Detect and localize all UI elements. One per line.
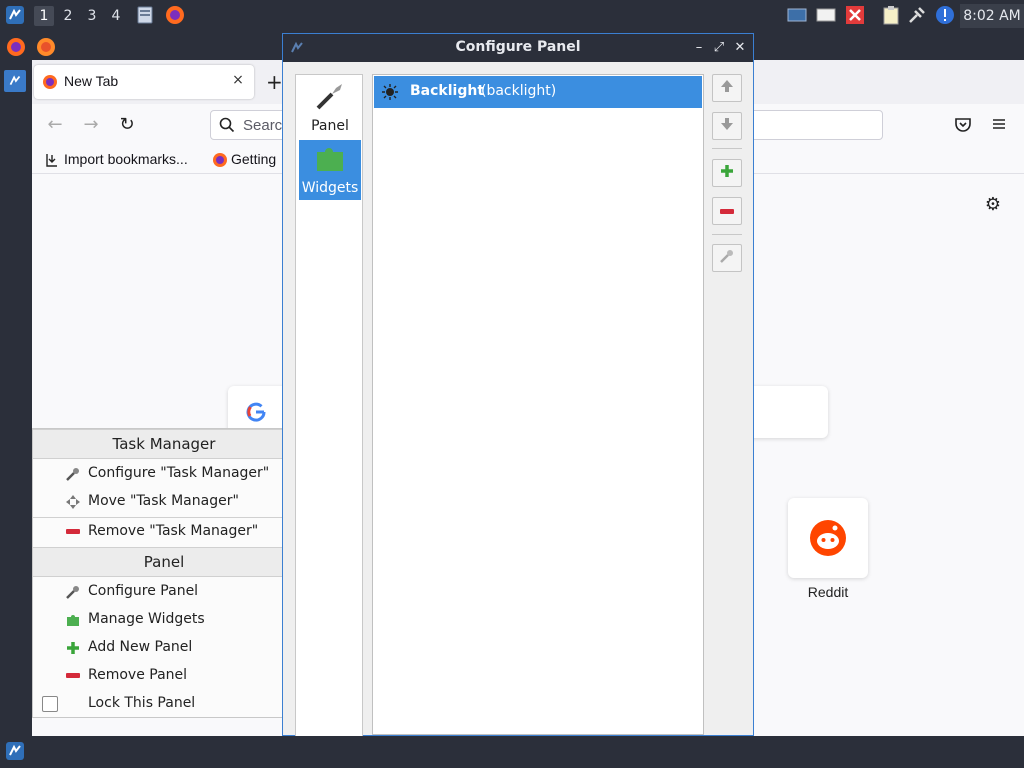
- sidebar-item-panel[interactable]: Panel: [299, 78, 361, 138]
- new-tab-button[interactable]: +: [266, 71, 283, 93]
- context-section-panel: Panel: [33, 547, 295, 577]
- menu-item-label: Add New Panel: [88, 639, 193, 655]
- display-icon[interactable]: [786, 4, 808, 26]
- menu-item-configure-panel[interactable]: Configure Panel: [33, 578, 295, 606]
- menu-item-move-task-manager[interactable]: Move "Task Manager": [33, 488, 295, 516]
- configure-panel-dialog: Configure Panel – ⤢ ✕ Panel Widgets Back…: [282, 33, 754, 737]
- bookmark-getting-started[interactable]: Getting: [231, 151, 276, 167]
- menu-item-label: Move "Task Manager": [88, 493, 239, 509]
- bookmark-import[interactable]: Import bookmarks...: [64, 151, 188, 167]
- arrow-down-icon: [719, 116, 735, 136]
- close-red-icon[interactable]: [844, 4, 866, 26]
- add-icon: [65, 640, 81, 656]
- minimize-button[interactable]: –: [691, 39, 707, 57]
- clock[interactable]: 8:02 AM: [960, 4, 1024, 28]
- tab-title: New Tab: [64, 73, 119, 89]
- forward-button[interactable]: →: [80, 114, 102, 136]
- widget-id: (backlight): [481, 83, 557, 99]
- firefox-favicon-icon: [212, 152, 228, 172]
- menu-item-add-new-panel[interactable]: Add New Panel: [33, 634, 295, 662]
- menu-item-label: Lock This Panel: [88, 695, 196, 711]
- reddit-tile-label[interactable]: Reddit: [788, 584, 868, 600]
- desktop-4-button[interactable]: 4: [106, 6, 126, 26]
- sidebar-item-label: Panel: [311, 118, 349, 134]
- move-down-button[interactable]: [712, 112, 742, 140]
- menu-item-configure-task-manager[interactable]: Configure "Task Manager": [33, 460, 295, 488]
- search-icon: [219, 117, 235, 137]
- desktop-2-button[interactable]: 2: [58, 6, 78, 26]
- firefox-launcher-icon-2[interactable]: [35, 36, 57, 58]
- remove-widget-button[interactable]: [712, 197, 742, 225]
- sidebar-item-widgets[interactable]: Widgets: [299, 140, 361, 200]
- clipboard-icon[interactable]: [880, 4, 902, 26]
- reddit-icon: [808, 518, 848, 562]
- gear-icon[interactable]: ⚙: [982, 194, 1004, 216]
- left-strip: [0, 32, 32, 736]
- google-icon: [246, 402, 266, 426]
- maximize-button[interactable]: ⤢: [711, 39, 727, 57]
- dialog-sidebar: Panel Widgets: [295, 74, 363, 737]
- remove-icon: [65, 524, 81, 540]
- remove-icon: [65, 668, 81, 684]
- panel-context-menu: Task Manager Configure "Task Manager" Mo…: [32, 428, 296, 718]
- import-icon: [44, 152, 60, 172]
- firefox-launcher-icon[interactable]: [5, 36, 27, 58]
- hamburger-menu-icon[interactable]: [990, 115, 1008, 137]
- desktop-1-button[interactable]: 1: [34, 6, 54, 26]
- dialog-titlebar[interactable]: Configure Panel – ⤢ ✕: [283, 34, 753, 62]
- toolbar-separator: [712, 148, 742, 149]
- arrow-up-icon: [719, 78, 735, 98]
- reload-button[interactable]: ↻: [116, 114, 138, 136]
- wrench-icon: [65, 584, 81, 600]
- list-item-backlight[interactable]: Backlight (backlight): [374, 76, 702, 108]
- drive-icon[interactable]: [815, 4, 837, 26]
- menu-item-label: Configure "Task Manager": [88, 465, 270, 481]
- context-section-task-manager: Task Manager: [33, 429, 295, 459]
- app-launcher-icon[interactable]: [4, 70, 26, 92]
- toolbar-separator: [712, 234, 742, 235]
- move-icon: [65, 494, 81, 510]
- sidebar-item-label: Widgets: [301, 180, 359, 196]
- wrench-icon: [314, 80, 346, 112]
- menu-item-label: Remove Panel: [88, 667, 188, 683]
- tab-new-tab[interactable]: New Tab ×: [34, 65, 254, 99]
- wrench-icon: [65, 466, 81, 482]
- main-menu-icon[interactable]: [4, 740, 26, 762]
- widget-name: Backlight: [410, 83, 485, 99]
- add-icon: [720, 164, 734, 182]
- puzzle-icon: [314, 142, 346, 174]
- lock-panel-checkbox[interactable]: [42, 696, 58, 712]
- menu-item-lock-panel[interactable]: Lock This Panel: [33, 690, 295, 718]
- menu-item-remove-task-manager[interactable]: Remove "Task Manager": [33, 518, 295, 546]
- network-icon[interactable]: [906, 4, 928, 26]
- firefox-icon[interactable]: [164, 4, 186, 26]
- tab-close-button[interactable]: ×: [230, 72, 246, 90]
- menu-item-label: Remove "Task Manager": [88, 523, 259, 539]
- wrench-icon: [719, 248, 735, 268]
- configure-widget-button[interactable]: [712, 244, 742, 272]
- close-button[interactable]: ✕: [732, 39, 748, 57]
- file-manager-icon[interactable]: [134, 4, 156, 26]
- add-widget-button[interactable]: [712, 159, 742, 187]
- desktop-3-button[interactable]: 3: [82, 6, 102, 26]
- menu-item-remove-panel[interactable]: Remove Panel: [33, 662, 295, 690]
- menu-item-label: Manage Widgets: [88, 611, 205, 627]
- reddit-tile[interactable]: [788, 498, 868, 578]
- dialog-title: Configure Panel: [455, 39, 581, 55]
- puzzle-icon: [65, 612, 81, 628]
- top-panel: 1 2 3 4 8:02 AM: [0, 0, 1024, 32]
- remove-icon: [720, 203, 734, 219]
- main-menu-icon[interactable]: [4, 4, 26, 26]
- pocket-icon[interactable]: [954, 116, 972, 138]
- firefox-favicon-icon: [42, 74, 58, 94]
- back-button[interactable]: ←: [44, 114, 66, 136]
- menu-item-manage-widgets[interactable]: Manage Widgets: [33, 606, 295, 634]
- menu-item-label: Configure Panel: [88, 583, 199, 599]
- move-up-button[interactable]: [712, 74, 742, 102]
- widget-list: Backlight (backlight): [372, 74, 704, 735]
- brightness-icon: [382, 84, 398, 100]
- bottom-panel: [0, 736, 1024, 768]
- alert-icon[interactable]: [934, 4, 956, 26]
